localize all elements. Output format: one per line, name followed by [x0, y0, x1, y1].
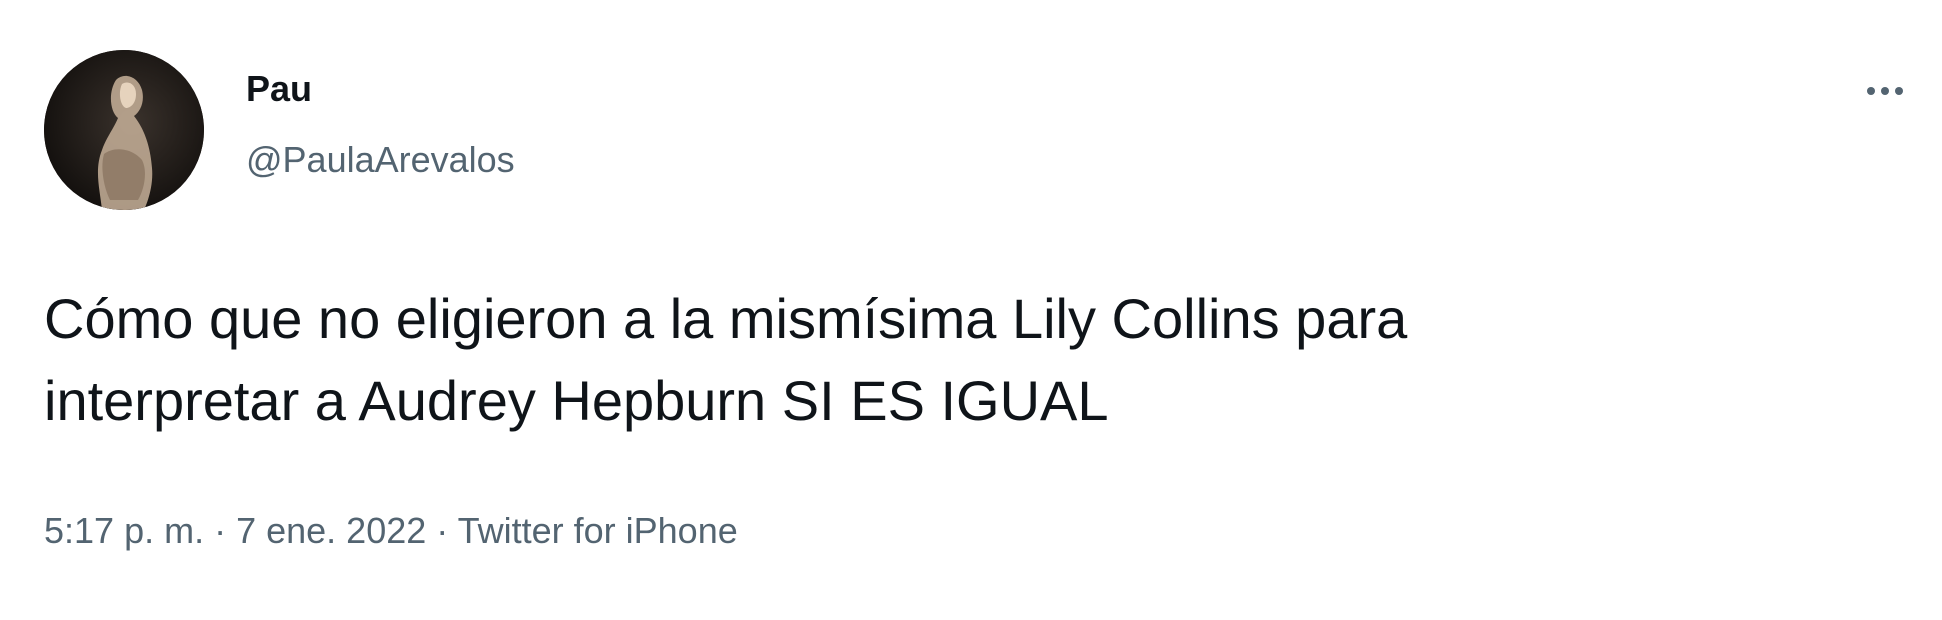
more-options-icon[interactable] [1858, 76, 1912, 106]
tweet-metadata: 5:17 p. m. · 7 ene. 2022 · Twitter for i… [44, 510, 738, 552]
tweet-card: Pau @PaulaArevalos Cómo que no eligieron… [0, 0, 1942, 620]
separator: · [204, 510, 237, 551]
dot [1881, 87, 1889, 95]
tweet-time[interactable]: 5:17 p. m. [44, 510, 204, 551]
dot [1867, 87, 1875, 95]
profile-photo-icon [44, 50, 204, 210]
author-handle[interactable]: @PaulaArevalos [246, 139, 515, 181]
author-display-name[interactable]: Pau [246, 68, 312, 110]
tweet-text-line: Cómo que no eligieron a la mismísima Lil… [44, 287, 1408, 350]
dot [1895, 87, 1903, 95]
separator: · [426, 510, 458, 551]
tweet-text-line: interpretar a Audrey Hepburn SI ES IGUAL [44, 369, 1109, 432]
author-avatar[interactable] [44, 50, 204, 210]
tweet-text: Cómo que no eligieron a la mismísima Lil… [44, 278, 1904, 442]
tweet-date[interactable]: 7 ene. 2022 [236, 510, 426, 551]
tweet-source[interactable]: Twitter for iPhone [458, 510, 738, 551]
